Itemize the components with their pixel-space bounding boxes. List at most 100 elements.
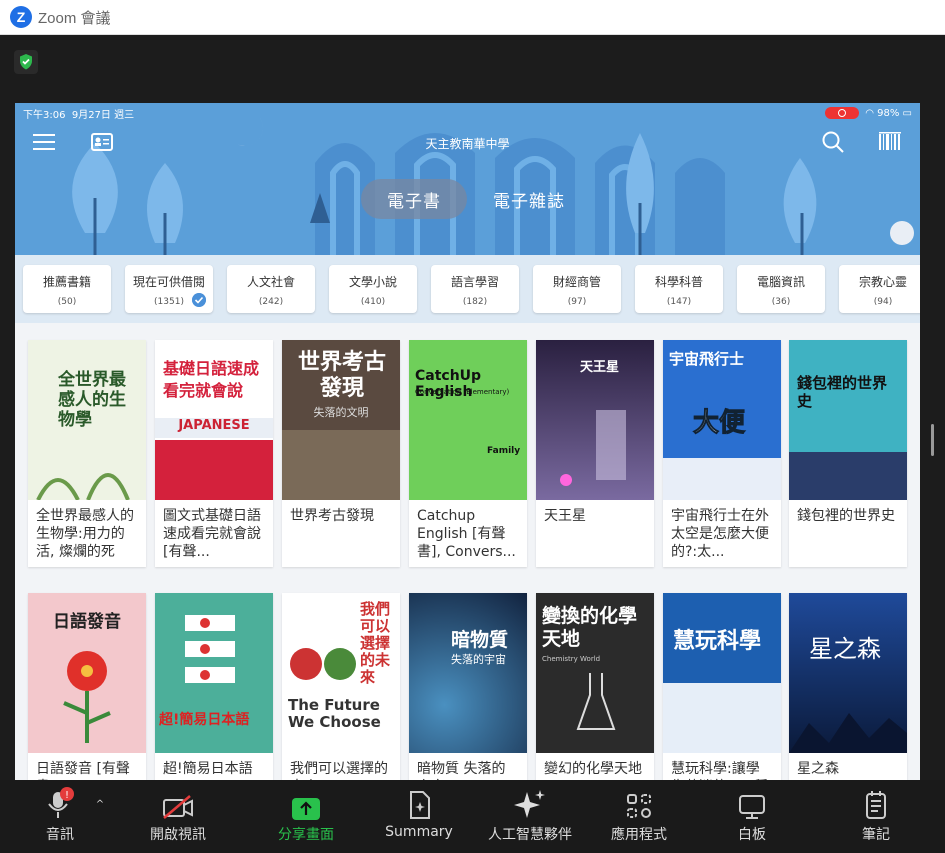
window-titlebar: Z Zoom 會議 bbox=[0, 0, 945, 35]
toolbar-label: 應用程式 bbox=[611, 827, 667, 843]
ipad-status-bar: 下午3:06 9月27日 週三 ◠ 98% ▭ bbox=[15, 103, 920, 123]
book-title: 宇宙飛行士在外太空是怎麼大便的?:太... bbox=[671, 508, 769, 560]
book-cover: CatchUp English Conversation (Elementary… bbox=[409, 340, 527, 500]
book-cover: 慧玩科學 bbox=[663, 593, 781, 753]
meeting-toolbar: ! 音訊 ^ 開啟視訊 分享畫面 Summary 人工智慧夥伴 應用程式 白板 … bbox=[0, 780, 945, 853]
book-card[interactable]: 錢包裡的世界史 錢包裡的世界史 bbox=[789, 340, 907, 567]
book-card[interactable]: 全世界最感人的生物學 全世界最感人的生物學:用力的活, 燦爛的死 bbox=[28, 340, 146, 567]
book-cover: 暗物質 失落的宇宙 bbox=[409, 593, 527, 753]
book-title: 超!簡易日本語 bbox=[163, 761, 253, 777]
shared-screen: 下午3:06 9月27日 週三 ◠ 98% ▭ 天主教南華中學 電子書 電子雜誌 bbox=[15, 103, 920, 780]
svg-text:!: ! bbox=[65, 790, 69, 801]
summary-icon bbox=[410, 791, 430, 819]
toolbar-label: Summary bbox=[385, 824, 453, 840]
resize-handle[interactable] bbox=[931, 424, 934, 456]
category-name: 文學小說 bbox=[348, 275, 397, 289]
book-cover: 世界考古發現 失落的文明 bbox=[282, 340, 400, 500]
chevron-up-icon: ^ bbox=[95, 799, 105, 810]
category-count: (147) bbox=[666, 297, 692, 307]
category-name: 現在可供借閱 bbox=[132, 275, 205, 289]
category-science[interactable]: 科學科普 (147) bbox=[635, 265, 723, 313]
checkmark-icon bbox=[192, 293, 206, 307]
audio-button[interactable]: ! 音訊 bbox=[30, 780, 90, 853]
book-title: 暗物質 失落的宇宙 bbox=[417, 761, 506, 780]
book-card[interactable]: 日語發音 日語發音 [有聲書] bbox=[28, 593, 146, 780]
barcode-scan-icon[interactable] bbox=[879, 132, 901, 152]
category-name: 語言學習 bbox=[450, 275, 499, 289]
audio-options-chevron[interactable]: ^ bbox=[92, 780, 108, 853]
ai-companion-button[interactable]: 人工智慧夥伴 bbox=[478, 780, 582, 853]
shield-check-icon[interactable] bbox=[14, 50, 38, 74]
apps-icon bbox=[627, 794, 651, 818]
category-religion[interactable]: 宗教心靈 (94) bbox=[839, 265, 920, 313]
recording-icon bbox=[824, 107, 859, 119]
segment-emagazines[interactable]: 電子雜誌 bbox=[467, 179, 591, 219]
apps-button[interactable]: 應用程式 bbox=[602, 780, 676, 853]
book-title: 錢包裡的世界史 bbox=[797, 508, 895, 524]
status-date: 9月27日 週三 bbox=[71, 109, 135, 121]
category-business[interactable]: 財經商管 (97) bbox=[533, 265, 621, 313]
category-name: 推薦書籍 bbox=[42, 275, 91, 289]
book-title: 慧玩科學:讓學生著迷的200種科學遊戲 bbox=[671, 761, 768, 780]
book-title: 日語發音 [有聲書] bbox=[36, 761, 130, 780]
book-card[interactable]: 變換的化學天地 Chemistry World 變幻的化學天地 bbox=[536, 593, 654, 780]
toolbar-label: 分享畫面 bbox=[278, 827, 334, 843]
book-card[interactable]: 超!簡易日本語 超!簡易日本語 bbox=[155, 593, 273, 780]
book-card[interactable]: CatchUp English Conversation (Elementary… bbox=[409, 340, 527, 567]
book-title: Catchup English [有聲書], Convers... bbox=[417, 508, 516, 560]
book-card[interactable]: 慧玩科學 慧玩科學:讓學生著迷的200種科學遊戲 bbox=[663, 593, 781, 780]
category-available-now[interactable]: 現在可供借閱 (1351) bbox=[125, 265, 213, 313]
category-count: (94) bbox=[873, 297, 893, 307]
whiteboard-button[interactable]: 白板 bbox=[720, 780, 784, 853]
toolbar-label: 人工智慧夥伴 bbox=[488, 827, 572, 843]
app-title: 天主教南華中學 bbox=[425, 137, 510, 151]
book-card[interactable]: 我們可以選擇的未來 The Future We Choose 我們可以選擇的未來 bbox=[282, 593, 400, 780]
book-cover: 宇宙飛行士 大便 bbox=[663, 340, 781, 500]
share-icon bbox=[292, 798, 320, 820]
toolbar-label: 音訊 bbox=[46, 827, 74, 843]
sparkle-icon bbox=[514, 790, 545, 818]
book-card[interactable]: 基礎日語速成看完就會說 JAPANESE 圖文式基礎日語速成看完就會說 [有聲.… bbox=[155, 340, 273, 567]
notes-icon bbox=[866, 791, 886, 819]
book-card[interactable]: 世界考古發現 失落的文明 世界考古發現 bbox=[282, 340, 400, 567]
book-title: 圖文式基礎日語速成看完就會說 [有聲... bbox=[163, 508, 261, 560]
search-icon[interactable] bbox=[822, 131, 844, 153]
video-off-icon bbox=[163, 795, 193, 819]
category-literature[interactable]: 文學小說 (410) bbox=[329, 265, 417, 313]
book-cover: 天王星 bbox=[536, 340, 654, 500]
category-humanities[interactable]: 人文社會 (242) bbox=[227, 265, 315, 313]
book-card[interactable]: 宇宙飛行士 大便 宇宙飛行士在外太空是怎麼大便的?:太... bbox=[663, 340, 781, 567]
book-title: 星之森 bbox=[797, 761, 839, 777]
zoom-logo-icon: Z bbox=[10, 6, 32, 28]
wifi-icon: ◠ bbox=[865, 108, 874, 119]
notes-button[interactable]: 筆記 bbox=[846, 780, 906, 853]
toolbar-label: 開啟視訊 bbox=[150, 827, 206, 843]
category-name: 宗教心靈 bbox=[858, 275, 907, 289]
category-name: 財經商管 bbox=[552, 275, 601, 289]
category-count: (182) bbox=[462, 297, 488, 307]
book-cover: 基礎日語速成看完就會說 JAPANESE bbox=[155, 340, 273, 500]
category-count: (97) bbox=[567, 297, 587, 307]
book-cover: 超!簡易日本語 bbox=[155, 593, 273, 753]
category-count: (410) bbox=[360, 297, 386, 307]
category-count: (242) bbox=[258, 297, 284, 307]
share-screen-button[interactable]: 分享畫面 bbox=[268, 780, 344, 853]
status-time: 下午3:06 bbox=[23, 109, 66, 121]
category-recommended[interactable]: 推薦書籍 (50) bbox=[23, 265, 111, 313]
book-title: 世界考古發現 bbox=[290, 508, 374, 524]
book-cover: 日語發音 bbox=[28, 593, 146, 753]
category-computer[interactable]: 電腦資訊 (36) bbox=[737, 265, 825, 313]
book-card[interactable]: 天王星 天王星 bbox=[536, 340, 654, 567]
book-title: 天王星 bbox=[544, 508, 586, 524]
summary-button[interactable]: Summary bbox=[382, 780, 456, 853]
segment-ebooks[interactable]: 電子書 bbox=[361, 179, 467, 219]
segment-control: 電子書 電子雜誌 bbox=[361, 179, 591, 219]
mic-icon: ! bbox=[48, 787, 74, 818]
book-card[interactable]: 星之森 星之森 bbox=[789, 593, 907, 780]
book-card[interactable]: 暗物質 失落的宇宙 暗物質 失落的宇宙 bbox=[409, 593, 527, 780]
toolbar-label: 白板 bbox=[738, 827, 766, 843]
category-language[interactable]: 語言學習 (182) bbox=[431, 265, 519, 313]
app-banner: 下午3:06 9月27日 週三 ◠ 98% ▭ 天主教南華中學 電子書 電子雜誌 bbox=[15, 103, 920, 255]
start-video-button[interactable]: 開啟視訊 bbox=[140, 780, 216, 853]
book-cover: 星之森 bbox=[789, 593, 907, 753]
